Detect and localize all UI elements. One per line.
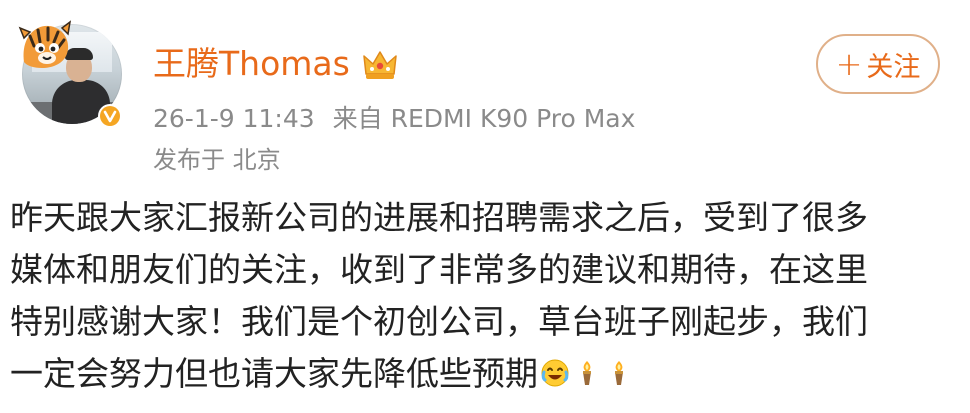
crown-icon [363, 51, 397, 79]
post-text: 昨天跟大家汇报新公司的进展和招聘需求之后，受到了很多 媒体和朋友们的关注，收到了… [10, 192, 960, 400]
laugh-cry-emoji [541, 359, 569, 386]
post-text-line: 昨天跟大家汇报新公司的进展和招聘需求之后，受到了很多 [10, 198, 868, 237]
post-location: 发布于 北京 [153, 146, 281, 174]
post-source-prefix: 来自 [332, 104, 383, 133]
plus-icon: + [835, 45, 863, 83]
torch-emoji [615, 360, 623, 385]
post-text-line: 特别感谢大家！我们是个初创公司，草台班子刚起步，我们 [10, 302, 868, 341]
follow-button-label: 关注 [866, 51, 921, 83]
post-text-line: 媒体和朋友们的关注，收到了非常多的建议和期待，在这里 [10, 250, 868, 289]
post-device[interactable]: REDMI K90 Pro Max [391, 104, 636, 133]
post-meta: 26-1-9 11:43 来自 REDMI K90 Pro Max [153, 104, 635, 134]
verified-v-icon [98, 104, 122, 128]
post-text-line-content: 一定会努力但也请大家先降低些预期 [10, 354, 538, 393]
post-timestamp: 26-1-9 11:43 [153, 104, 315, 133]
follow-button[interactable]: + 关注 [816, 34, 940, 94]
post-text-line-last: 一定会努力但也请大家先降低些预期 [10, 348, 960, 400]
author-name[interactable]: 王腾Thomas [153, 44, 350, 84]
avatar[interactable] [16, 18, 126, 130]
tiger-icon [18, 20, 72, 68]
torch-emoji [583, 360, 591, 385]
